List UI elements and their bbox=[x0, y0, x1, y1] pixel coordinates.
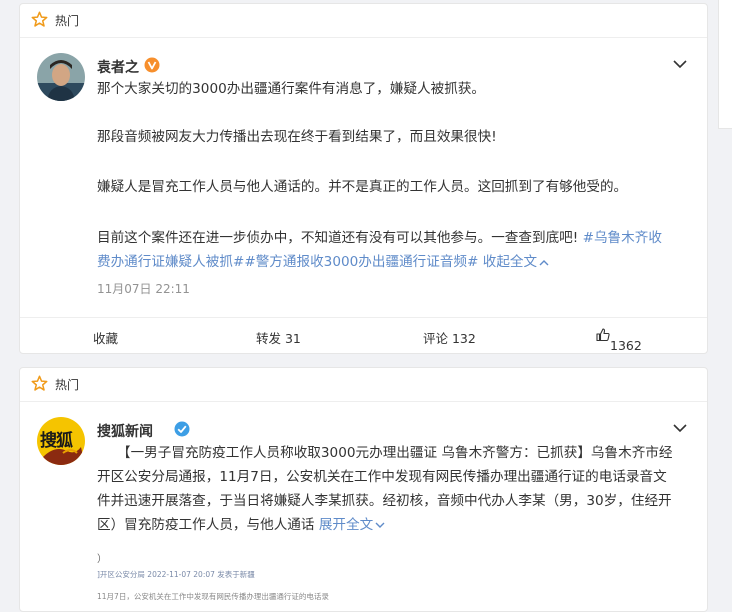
post-text-line: 那段音频被网友大力传播出去现在终于看到结果了，而且效果很快! bbox=[97, 129, 497, 145]
post-text: 目前这个案件还在进一步侦办中，不知道还有没有可以其他参与。一查查到底吧! bbox=[97, 230, 579, 246]
verified-badge-icon bbox=[144, 57, 160, 73]
post-text-last-line: 区）冒充防疫工作人员，与他人通话 展开全文 bbox=[97, 513, 695, 537]
topic-link[interactable]: 费办通行证嫌疑人被抓# bbox=[97, 254, 244, 270]
chevron-down-icon bbox=[375, 522, 385, 528]
star-icon bbox=[31, 375, 48, 391]
like-button[interactable]: 1362 bbox=[596, 328, 642, 353]
post-text: 区）冒充防疫工作人员，与他人通话 bbox=[97, 517, 315, 533]
author-avatar[interactable] bbox=[37, 53, 85, 101]
star-icon bbox=[31, 11, 48, 27]
hot-label: 热门 bbox=[55, 378, 80, 392]
comment-button[interactable]: 评论 132 bbox=[423, 328, 476, 347]
hot-header: 热门 bbox=[20, 4, 707, 38]
post-text-line: 件并迅速开展落查，于当日将嫌疑人李某抓获。经初核，音频中代办人李某（男，30岁，… bbox=[97, 493, 672, 509]
like-count: 1362 bbox=[610, 338, 642, 353]
post-text-line: 开区公安分局通报，11月7日，公安机关在工作中发现有网民传播办理出疆通行证的电话… bbox=[97, 469, 667, 485]
post-timestamp[interactable]: 11月07日 22:11 bbox=[97, 280, 190, 297]
post-text-line: 那个大家关切的3000办出疆通行案件有消息了，嫌疑人被抓获。 bbox=[97, 81, 486, 97]
verified-badge-icon bbox=[174, 421, 190, 437]
thumb-text: ） bbox=[97, 554, 107, 565]
post-text-line: 嫌疑人是冒充工作人员与他人通话的。并不是真正的工作人员。这回抓到了有够他受的。 bbox=[97, 179, 628, 195]
weibo-card-2: 热门 搜狐 搜狐新闻 【一男子冒充防疫工作人员称收取3000元办理出疆证 乌鲁木… bbox=[19, 367, 708, 612]
post-text-line: 【一男子冒充防疫工作人员称收取3000元办理出疆证 乌鲁木齐警方：已抓获】乌鲁木… bbox=[117, 445, 673, 461]
thumbs-up-icon bbox=[596, 328, 610, 342]
expand-link[interactable]: 展开全文 bbox=[319, 517, 385, 533]
chevron-up-icon bbox=[539, 260, 549, 266]
expand-label: 展开全文 bbox=[318, 517, 374, 533]
post-text-last-paragraph: 目前这个案件还在进一步侦办中，不知道还有没有可以其他参与。一查查到底吧! #乌鲁… bbox=[97, 226, 695, 274]
author-name[interactable]: 搜狐新闻 bbox=[97, 421, 153, 441]
thumb-text: ]开区公安分局 2022-11-07 20:07 发表于新疆 bbox=[97, 570, 255, 579]
action-bar: 收藏 转发 31 评论 132 1362 bbox=[20, 317, 707, 353]
author-name[interactable]: 袁者之 bbox=[97, 57, 139, 77]
repost-button[interactable]: 转发 31 bbox=[256, 328, 301, 347]
sohu-logo-text: 搜狐 bbox=[40, 431, 73, 451]
sohu-logo-avatar[interactable]: 搜狐 bbox=[37, 417, 85, 465]
collapse-link[interactable]: 收起全文 bbox=[483, 254, 549, 270]
topic-link[interactable]: #乌鲁木齐收 bbox=[583, 230, 662, 246]
hot-header: 热门 bbox=[20, 368, 707, 402]
post-image-thumbnail[interactable]: ） ]开区公安分局 2022-11-07 20:07 发表于新疆 11月7日，公… bbox=[97, 548, 417, 600]
collapse-label: 收起全文 bbox=[482, 254, 538, 270]
hot-label: 热门 bbox=[55, 14, 80, 28]
chevron-down-icon[interactable] bbox=[673, 60, 687, 69]
favorite-button[interactable]: 收藏 bbox=[93, 328, 118, 347]
topic-link[interactable]: #警方通报收3000办出疆通行证音频# bbox=[244, 254, 478, 270]
weibo-card-1: 热门 袁者之 那个大家关切的3000办出疆通行案件有消息了，嫌疑人被抓获。 那段… bbox=[19, 3, 708, 354]
right-sidebar-panel bbox=[718, 0, 732, 129]
chevron-down-icon[interactable] bbox=[673, 424, 687, 433]
